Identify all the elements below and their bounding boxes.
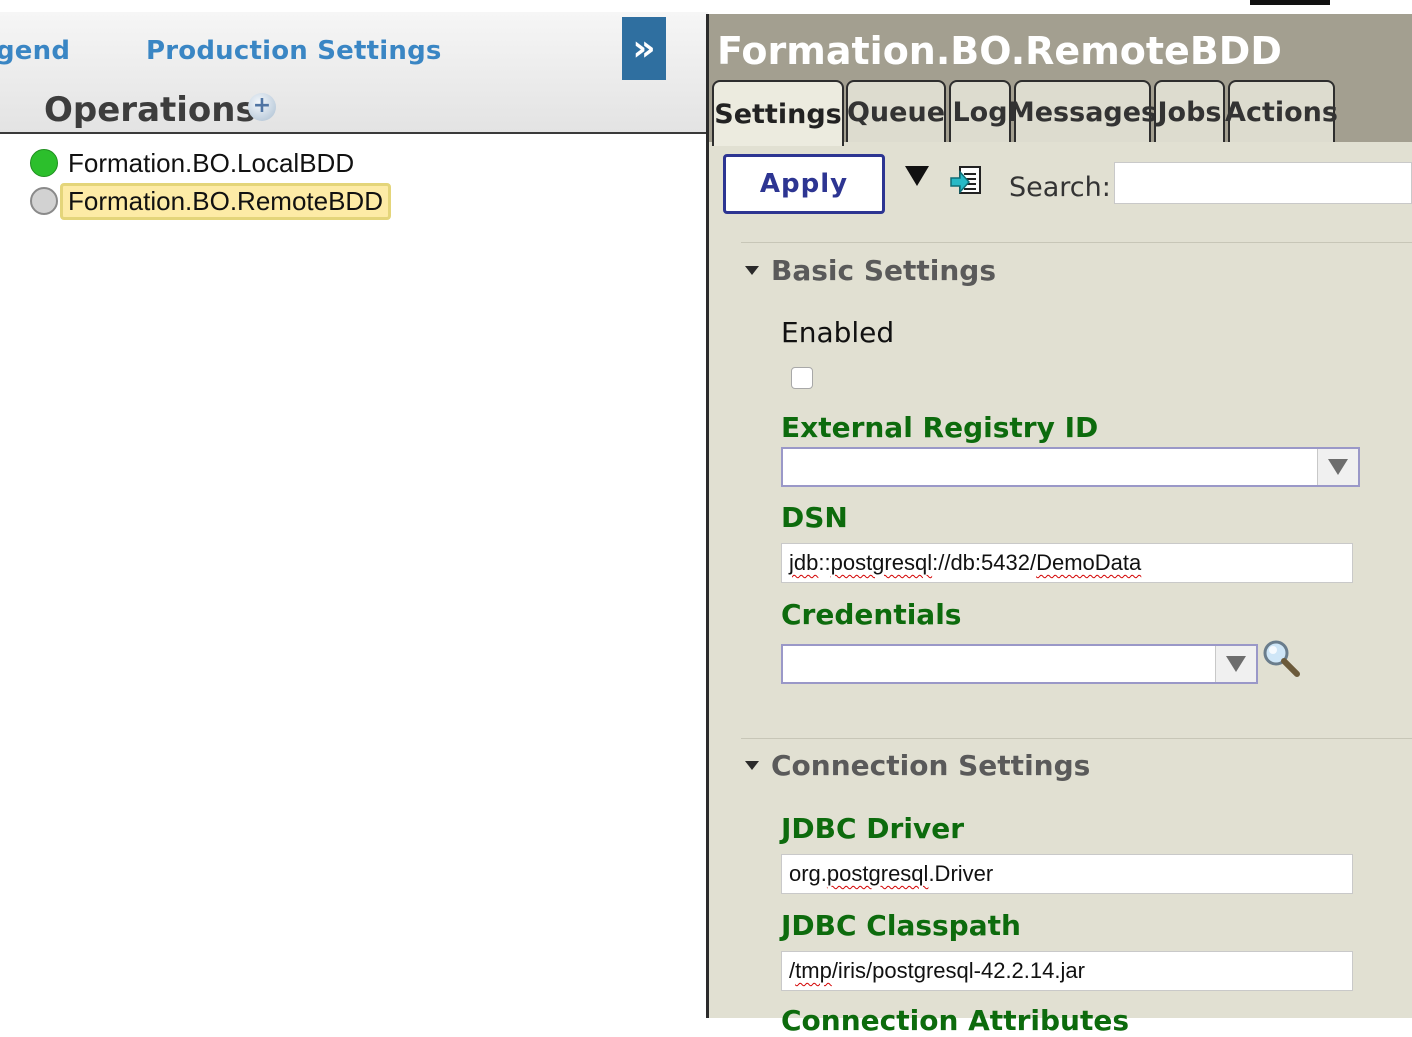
jdbc-classpath-input[interactable]: /tmp/iris/postgresql-42.2.14.jar <box>781 951 1353 991</box>
status-disabled-icon <box>30 187 58 215</box>
search-label: Search: <box>1009 172 1111 203</box>
external-registry-id-select[interactable] <box>781 447 1360 487</box>
credentials-select[interactable] <box>781 644 1258 684</box>
legend-link[interactable]: gend <box>0 36 70 66</box>
jdbc-classpath-label: JDBC Classpath <box>781 909 1021 942</box>
operation-item-selected[interactable]: Formation.BO.RemoteBDD <box>30 182 391 220</box>
apply-button[interactable]: Apply <box>723 154 885 214</box>
select-dropdown-arrow-icon[interactable] <box>1215 646 1256 682</box>
component-title: Formation.BO.RemoteBDD <box>717 29 1282 73</box>
search-input[interactable] <box>1114 162 1412 204</box>
left-header: gend Production Settings » Operations + <box>0 12 708 134</box>
select-dropdown-arrow-icon[interactable] <box>1317 449 1358 485</box>
top-strip <box>0 0 706 12</box>
tab-jobs[interactable]: Jobs <box>1154 80 1225 142</box>
magnifier-icon[interactable] <box>1261 638 1303 680</box>
tab-actions[interactable]: Actions <box>1225 80 1338 142</box>
caret-down-icon[interactable] <box>745 761 759 770</box>
connection-attributes-label: Connection Attributes <box>781 1004 1130 1037</box>
plus-circle-icon[interactable]: + <box>248 93 276 121</box>
jdbc-driver-label: JDBC Driver <box>781 812 964 845</box>
separator <box>741 242 1412 243</box>
operation-label[interactable]: Formation.BO.RemoteBDD <box>60 182 391 220</box>
top-black-tab <box>1250 0 1330 5</box>
credentials-label: Credentials <box>781 598 962 631</box>
operation-item[interactable]: Formation.BO.LocalBDD <box>30 146 354 180</box>
section-title: Basic Settings <box>771 254 997 287</box>
document-export-icon[interactable] <box>949 164 985 200</box>
double-chevron-right-icon: » <box>632 28 656 69</box>
enabled-label: Enabled <box>781 316 895 349</box>
connection-settings-header[interactable]: Connection Settings <box>745 749 1090 782</box>
collapse-panel-button[interactable]: » <box>622 17 666 80</box>
triangle-down-icon[interactable] <box>905 166 929 186</box>
tab-log[interactable]: Log <box>949 80 1011 142</box>
dsn-label: DSN <box>781 501 848 534</box>
production-settings-link[interactable]: Production Settings <box>146 36 442 66</box>
caret-down-icon[interactable] <box>745 266 759 275</box>
operations-title: Operations <box>44 90 256 130</box>
tab-messages[interactable]: Messages <box>1008 80 1157 142</box>
external-registry-id-label: External Registry ID <box>781 411 1099 444</box>
enabled-checkbox[interactable] <box>791 367 813 389</box>
basic-settings-header[interactable]: Basic Settings <box>745 254 996 287</box>
dsn-input[interactable]: jdb::postgresql://db:5432/DemoData <box>781 543 1353 583</box>
operation-label[interactable]: Formation.BO.LocalBDD <box>68 148 354 179</box>
tab-queue[interactable]: Queue <box>846 80 946 142</box>
tab-settings[interactable]: Settings <box>712 80 844 146</box>
jdbc-driver-input[interactable]: org.postgresql.Driver <box>781 854 1353 894</box>
separator <box>741 738 1412 739</box>
status-enabled-icon <box>30 149 58 177</box>
component-header: Formation.BO.RemoteBDD Settings Queue Lo… <box>709 14 1412 146</box>
section-title: Connection Settings <box>771 749 1091 782</box>
settings-pane: Apply Search: Basic Settings Enabled Ext… <box>709 142 1412 1037</box>
